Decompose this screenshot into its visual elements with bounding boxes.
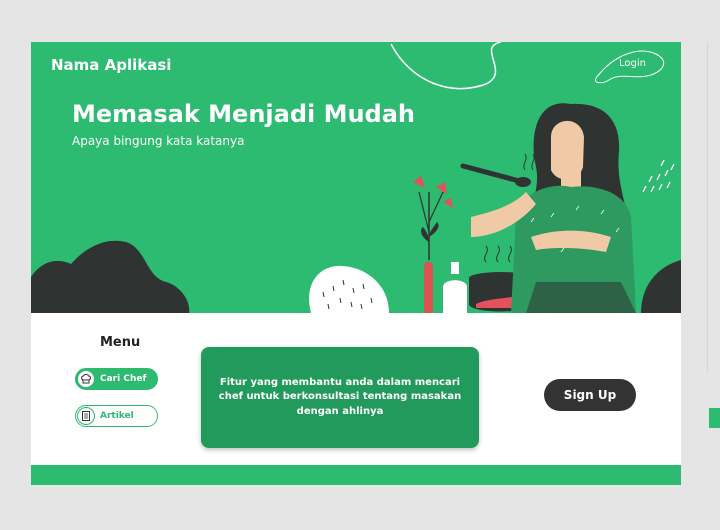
menu-item-label: Artikel (100, 411, 134, 421)
hero-title: Memasak Menjadi Mudah (72, 100, 416, 128)
article-icon (77, 407, 95, 425)
login-link[interactable]: Login (619, 58, 646, 69)
menu-item-cari-chef[interactable]: Cari Chef (75, 368, 158, 390)
hero-subtitle: Apaya bingung kata katanya (72, 134, 245, 148)
footer-bar (31, 465, 681, 485)
signup-button[interactable]: Sign Up (544, 379, 636, 411)
side-divider (707, 42, 708, 372)
feature-description: Fitur yang membantu anda dalam mencari c… (218, 376, 462, 417)
menu-item-label: Cari Chef (100, 374, 147, 384)
menu-title: Menu (100, 335, 141, 350)
cooking-illustration (31, 42, 681, 313)
app-frame: Nama Aplikasi Login Memasak Menjadi Muda… (31, 42, 681, 485)
menu-item-artikel[interactable]: Artikel (75, 405, 158, 427)
hero-banner: Nama Aplikasi Login Memasak Menjadi Muda… (31, 42, 681, 313)
app-name: Nama Aplikasi (51, 56, 172, 74)
chef-hat-icon (77, 370, 95, 388)
feature-info-card: Fitur yang membantu anda dalam mencari c… (201, 347, 479, 448)
side-accent (709, 408, 720, 428)
